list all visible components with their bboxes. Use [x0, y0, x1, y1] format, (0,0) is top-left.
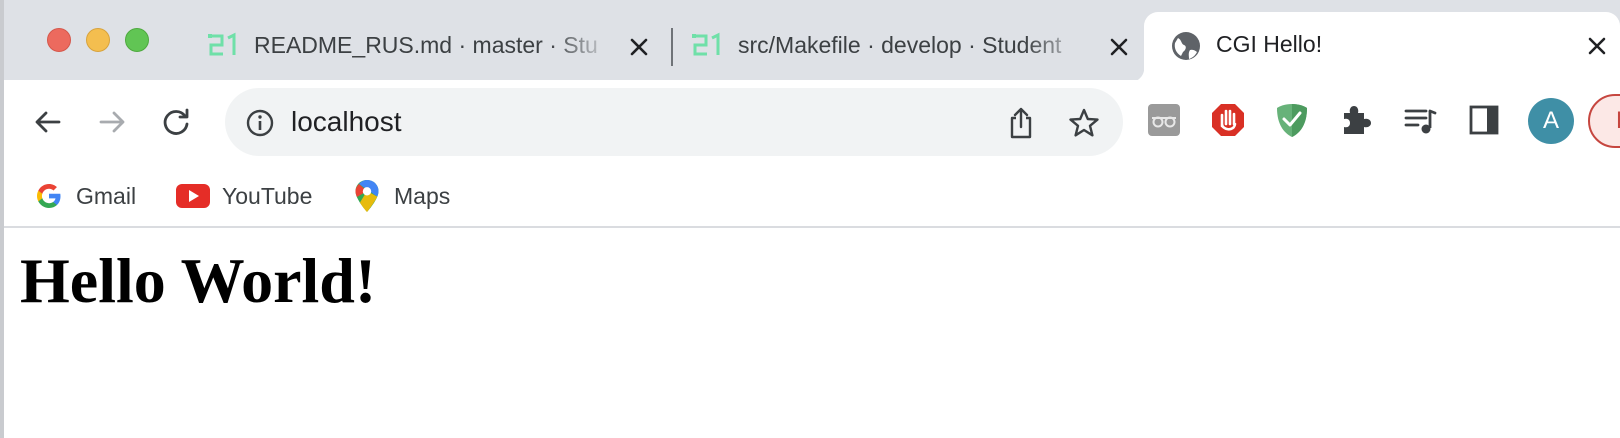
- globe-icon: [1172, 32, 1200, 60]
- bookmarks-bar: Gmail YouTube Maps: [4, 164, 1620, 228]
- extensions-button[interactable]: [1336, 100, 1376, 140]
- info-icon[interactable]: [245, 108, 275, 138]
- address-bar[interactable]: localhost: [225, 88, 1123, 156]
- side-panel-button[interactable]: [1464, 100, 1504, 140]
- tab-title: src/Makefile · develop · Student: [738, 32, 1062, 58]
- forward-arrow-icon: [99, 111, 125, 133]
- bookmark-label: Maps: [394, 182, 451, 209]
- bookmark-youtube[interactable]: YouTube: [176, 176, 312, 216]
- star-icon[interactable]: [1067, 106, 1101, 140]
- incognito-ext-button[interactable]: [1144, 100, 1184, 140]
- bookmark-gmail[interactable]: Gmail: [34, 176, 136, 216]
- tab-title: README_RUS.md · master · Stu: [254, 32, 598, 58]
- google-g-icon: [34, 181, 64, 211]
- profile-menu-button[interactable]: P: [1588, 94, 1620, 148]
- back-button[interactable]: [28, 102, 68, 142]
- adblock-button[interactable]: [1208, 100, 1248, 140]
- tab-makefile[interactable]: src/Makefile · develop · Student: [688, 12, 1138, 80]
- incognito-ext-icon: [1148, 104, 1180, 136]
- page-heading: Hello World!: [20, 245, 377, 316]
- tab-separator: [671, 28, 673, 66]
- tab-close-icon[interactable]: [1584, 33, 1610, 59]
- reload-button[interactable]: [156, 102, 196, 142]
- maps-pin-icon: [352, 180, 382, 212]
- media-queue-icon: [1404, 109, 1437, 134]
- tab-strip: README_RUS.md · master · Stu src/Makefil…: [4, 0, 1620, 82]
- browser-toolbar: localhost A: [4, 80, 1620, 164]
- page-content: Hello World!: [4, 230, 1620, 438]
- adblock-hand-icon: [1212, 104, 1244, 136]
- window-maximize-button[interactable]: [125, 28, 149, 52]
- browser-window: README_RUS.md · master · Stu src/Makefil…: [0, 0, 1620, 438]
- window-minimize-button[interactable]: [86, 28, 110, 52]
- tab-title: CGI Hello!: [1216, 31, 1323, 57]
- bookmark-maps[interactable]: Maps: [352, 176, 450, 216]
- url-text[interactable]: localhost: [291, 106, 402, 138]
- side-panel-icon: [1469, 105, 1499, 135]
- share-icon[interactable]: [1005, 106, 1037, 140]
- youtube-icon: [176, 181, 210, 211]
- school-21-logo-icon: [692, 32, 720, 56]
- back-arrow-icon: [35, 111, 61, 133]
- bookmark-label: Gmail: [76, 182, 137, 209]
- puzzle-extensions-icon: [1344, 106, 1371, 134]
- adguard-button[interactable]: [1272, 100, 1312, 140]
- bookmark-label: YouTube: [222, 182, 313, 209]
- school-21-logo-icon: [208, 32, 236, 56]
- profile-avatar[interactable]: A: [1528, 98, 1574, 144]
- media-queue-button[interactable]: [1400, 100, 1440, 140]
- tab-close-icon[interactable]: [626, 34, 652, 60]
- reload-icon: [163, 108, 189, 135]
- window-close-button[interactable]: [47, 28, 71, 52]
- tab-readme[interactable]: README_RUS.md · master · Stu: [204, 12, 660, 80]
- tab-cgi-hello[interactable]: CGI Hello!: [1130, 12, 1620, 82]
- adguard-shield-icon: [1277, 104, 1307, 137]
- tab-close-icon[interactable]: [1106, 34, 1132, 60]
- forward-button[interactable]: [92, 102, 132, 142]
